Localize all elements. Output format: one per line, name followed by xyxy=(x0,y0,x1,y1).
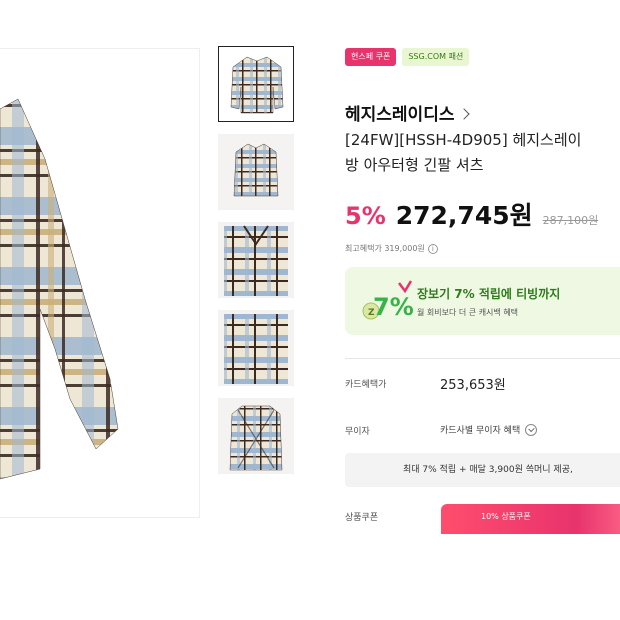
channel-badge[interactable]: SSG.COM 패션 xyxy=(402,48,470,66)
product-title-line2: 방 아우터형 긴팔 셔츠 xyxy=(345,156,484,174)
thumbnail-3[interactable] xyxy=(218,222,294,298)
thumbnail-image xyxy=(224,314,288,384)
thumbnail-5[interactable] xyxy=(218,398,294,474)
original-price: 287,100원 xyxy=(542,214,599,227)
interest-free-value: 카드사별 무이자 혜택 xyxy=(440,426,521,436)
coupon-download-button[interactable]: 10% 상품쿠폰 xyxy=(441,504,620,534)
coupon-label: 상품쿠폰 xyxy=(345,513,379,523)
max-benefit-label: 최고혜택가 319,000원 xyxy=(345,244,425,253)
section-divider xyxy=(345,358,620,359)
thumbnail-image xyxy=(229,405,283,471)
thumbnail-image xyxy=(233,143,279,197)
product-title: [24FW][HSSH-4D905] 헤지스레이 방 아우터형 긴팔 셔츠 xyxy=(345,128,620,178)
promo-banner[interactable]: Z 7% 장보기 7% 적립에 티빙까지 월 회비보다 더 큰 캐시백 혜택 xyxy=(345,267,620,335)
thumbnail-4[interactable] xyxy=(218,310,294,386)
discount-rate: 5% xyxy=(345,202,386,230)
plaid-shirt-image xyxy=(0,98,119,480)
card-benefit-value: 253,653원 xyxy=(440,378,506,393)
promo-subtext: 월 회비보다 더 큰 캐시백 혜택 xyxy=(417,308,519,317)
brand-name: 헤지스레이디스 xyxy=(345,105,455,125)
thumbnail-image xyxy=(230,56,284,114)
chevron-right-icon xyxy=(458,107,471,120)
badge-group: 현스페 쿠폰 SSG.COM 패션 xyxy=(345,48,470,66)
thumbnail-image xyxy=(224,225,288,296)
coupon-badge[interactable]: 현스페 쿠폰 xyxy=(345,48,397,66)
card-benefit-label: 카드혜택가 xyxy=(345,380,387,390)
promo-logo-text: 7% xyxy=(373,293,413,321)
max-benefit-price[interactable]: 최고혜택가 319,000원 i xyxy=(345,243,438,254)
product-info: 현스페 쿠폰 SSG.COM 패션 헤지스레이디스 [24FW][HSSH-4D… xyxy=(345,40,620,620)
interest-free-label: 무이자 xyxy=(345,427,370,437)
interest-free-link[interactable]: 카드사별 무이자 혜택 xyxy=(440,423,538,436)
thumbnail-1[interactable] xyxy=(218,46,294,122)
price-row: 5% 272,745원 287,100원 xyxy=(345,196,598,232)
info-icon[interactable]: i xyxy=(427,243,438,254)
benefit-info-bar[interactable]: 최대 7% 적립 + 매달 3,900원 쓱머니 제공, xyxy=(345,453,620,487)
main-product-image[interactable] xyxy=(0,48,200,518)
product-title-line1: [24FW][HSSH-4D905] 헤지스레이 xyxy=(345,131,582,149)
promo-7percent-logo-icon: Z 7% xyxy=(362,280,413,321)
thumbnail-2[interactable] xyxy=(218,134,294,210)
promo-headline: 장보기 7% 적립에 티빙까지 xyxy=(417,287,561,301)
brand-link[interactable]: 헤지스레이디스 xyxy=(345,100,471,125)
sale-price: 272,745원 xyxy=(395,201,533,230)
chevron-down-circle-icon xyxy=(525,423,538,436)
product-detail-page: 현스페 쿠폰 SSG.COM 패션 헤지스레이디스 [24FW][HSSH-4D… xyxy=(0,0,620,620)
